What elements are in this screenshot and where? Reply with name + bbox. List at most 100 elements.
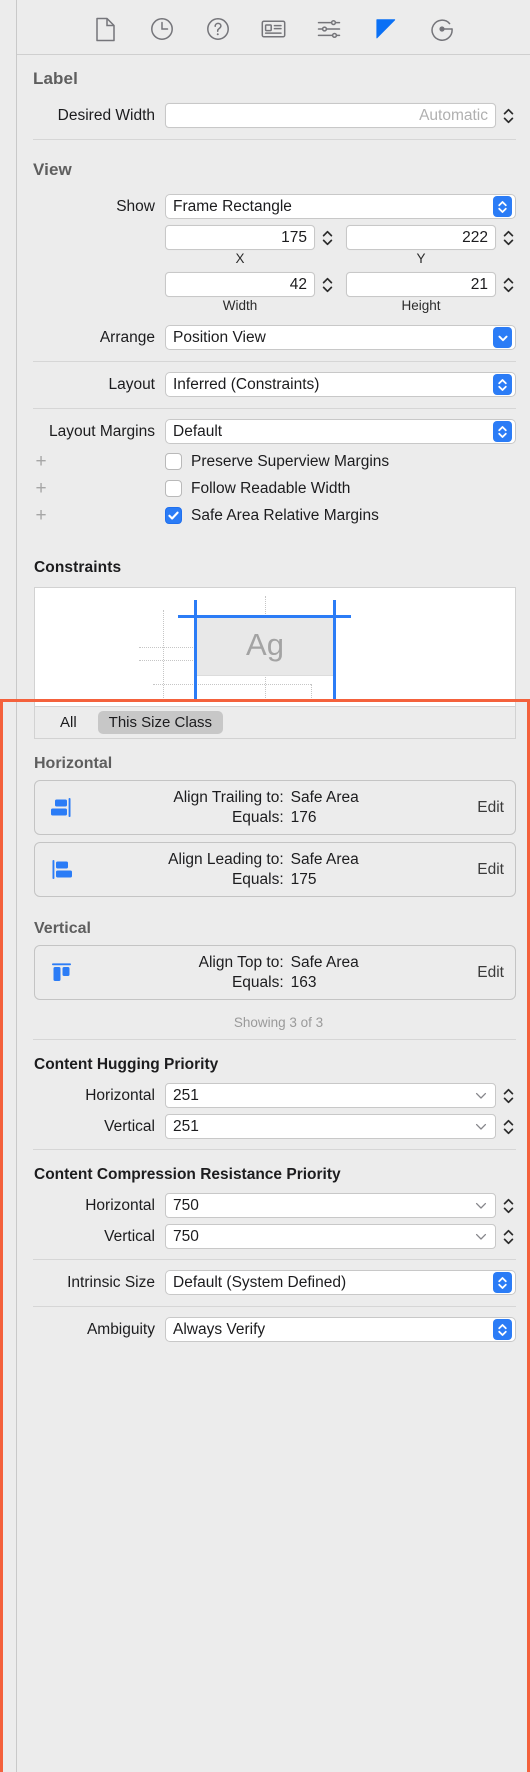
attributes-inspector-icon[interactable] [317, 16, 343, 42]
chevron-down-icon [475, 1201, 487, 1210]
constraint-equals-value: 175 [290, 870, 317, 888]
compression-horizontal-label: Horizontal [85, 1196, 155, 1214]
compression-vertical-stepper[interactable] [501, 1224, 516, 1249]
constraint-equals-key: Equals: [231, 870, 284, 888]
xy-captions: X Y [17, 250, 530, 266]
hugging-horizontal-value: 251 [173, 1086, 199, 1104]
preserve-superview-margins-label: Preserve Superview Margins [191, 452, 390, 470]
arrange-popup-button[interactable]: Position View [165, 325, 516, 350]
hugging-vertical-row: Vertical 251 [17, 1111, 530, 1142]
y-stepper[interactable] [501, 225, 516, 250]
constraint-relation-value: Safe Area [290, 850, 359, 868]
label-section-title: Label [33, 69, 78, 88]
hugging-vertical-combo[interactable]: 251 [165, 1114, 496, 1139]
window-left-edge [0, 0, 17, 1772]
layout-margins-row: Layout Margins Default [17, 415, 530, 448]
compression-vertical-label: Vertical [104, 1227, 155, 1245]
constraint-row[interactable]: Align Top to: Safe Area Equals: 163 Edit [34, 945, 516, 1000]
constraint-relation-value: Safe Area [290, 953, 359, 971]
chevron-down-icon [475, 1232, 487, 1241]
label-view-divider [33, 139, 516, 140]
height-input[interactable]: 21 [346, 272, 496, 297]
constraint-row[interactable]: Align Trailing to: Safe Area Equals: 176… [34, 780, 516, 835]
inspector-panel: Label Desired Width Automatic View Show … [17, 0, 530, 1772]
intrinsic-size-row: Intrinsic Size Default (System Defined) [17, 1266, 530, 1299]
constraint-equals-value: 163 [290, 973, 317, 991]
history-inspector-icon[interactable] [149, 16, 175, 42]
intrinsic-size-value: Default (System Defined) [173, 1273, 347, 1291]
safe-area-relative-margins-label: Safe Area Relative Margins [191, 506, 379, 524]
preview-element-rect: Ag [195, 616, 335, 676]
width-stepper[interactable] [320, 272, 335, 297]
constraint-text: Align Trailing to: Safe Area Equals: 176 [78, 789, 471, 827]
layout-row: Layout Inferred (Constraints) [17, 368, 530, 401]
safe-area-relative-margins-checkbox[interactable] [165, 507, 182, 524]
guide-dotted-bottom-right [311, 684, 312, 702]
hugging-vertical-stepper[interactable] [501, 1114, 516, 1139]
desired-width-stepper[interactable] [501, 103, 516, 128]
size-inspector-icon[interactable] [373, 16, 399, 42]
follow-readable-width-checkbox[interactable] [165, 480, 182, 497]
follow-readable-width-label: Follow Readable Width [191, 479, 351, 497]
add-variation-icon[interactable]: + [30, 479, 52, 498]
guide-dotted-left [163, 610, 164, 700]
intrinsic-size-popup-button[interactable]: Default (System Defined) [165, 1270, 516, 1295]
segment-this-size-class[interactable]: This Size Class [97, 711, 224, 734]
align-top-icon [44, 960, 78, 985]
x-stepper[interactable] [320, 225, 335, 250]
desired-width-placeholder: Automatic [419, 106, 488, 124]
constraints-preview[interactable]: Ag [34, 587, 516, 707]
compression-vertical-combo[interactable]: 750 [165, 1224, 496, 1249]
preserve-superview-margins-checkbox[interactable] [165, 453, 182, 470]
layout-label: Layout [108, 375, 155, 393]
hugging-compression-divider [33, 1149, 516, 1150]
x-input[interactable]: 175 [165, 225, 315, 250]
edit-button[interactable]: Edit [471, 964, 504, 982]
constraints-showing-count: Showing 3 of 3 [233, 1015, 324, 1030]
layout-popup-value: Inferred (Constraints) [173, 375, 320, 393]
inspector-toolbar [17, 0, 530, 55]
ambiguity-popup-button[interactable]: Always Verify [165, 1317, 516, 1342]
edit-button[interactable]: Edit [471, 861, 504, 879]
hugging-horizontal-stepper[interactable] [501, 1083, 516, 1108]
x-caption: X [235, 251, 245, 266]
chevron-updown-icon [493, 1272, 512, 1293]
size-captions: Width Height [17, 297, 530, 313]
hugging-horizontal-combo[interactable]: 251 [165, 1083, 496, 1108]
y-caption: Y [416, 251, 426, 266]
compression-vertical-value: 750 [173, 1227, 199, 1245]
intrinsic-ambiguity-divider [33, 1306, 516, 1307]
show-popup-value: Frame Rectangle [173, 197, 292, 215]
layout-popup-button[interactable]: Inferred (Constraints) [165, 372, 516, 397]
segment-all[interactable]: All [49, 711, 88, 734]
file-inspector-icon[interactable] [93, 16, 119, 42]
height-caption: Height [401, 298, 441, 313]
y-input[interactable]: 222 [346, 225, 496, 250]
width-input[interactable]: 42 [165, 272, 315, 297]
show-label: Show [116, 197, 155, 215]
hugging-vertical-label: Vertical [104, 1117, 155, 1135]
layout-margins-popup-button[interactable]: Default [165, 419, 516, 444]
vertical-constraints-title: Vertical [34, 920, 91, 937]
compression-horizontal-stepper[interactable] [501, 1193, 516, 1218]
add-variation-icon[interactable]: + [30, 452, 52, 471]
compression-horizontal-combo[interactable]: 750 [165, 1193, 496, 1218]
compression-vertical-row: Vertical 750 [17, 1221, 530, 1252]
hugging-vertical-value: 251 [173, 1117, 199, 1135]
compression-intrinsic-divider [33, 1259, 516, 1260]
quick-help-inspector-icon[interactable] [205, 16, 231, 42]
chevron-updown-icon [493, 196, 512, 217]
constraint-row[interactable]: Align Leading to: Safe Area Equals: 175 … [34, 842, 516, 897]
edit-button[interactable]: Edit [471, 799, 504, 817]
constraint-text: Align Leading to: Safe Area Equals: 175 [78, 851, 471, 889]
add-variation-icon[interactable]: + [30, 506, 52, 525]
layout-margins-label: Layout Margins [49, 422, 155, 440]
show-popup-button[interactable]: Frame Rectangle [165, 194, 516, 219]
safe-area-relative-margins-row: + Safe Area Relative Margins [17, 502, 530, 529]
connections-inspector-icon[interactable] [429, 16, 455, 42]
horizontal-constraints-title: Horizontal [34, 755, 113, 772]
desired-width-input[interactable]: Automatic [165, 103, 496, 128]
height-stepper[interactable] [501, 272, 516, 297]
chevron-down-icon [493, 327, 512, 348]
identity-inspector-icon[interactable] [261, 16, 287, 42]
